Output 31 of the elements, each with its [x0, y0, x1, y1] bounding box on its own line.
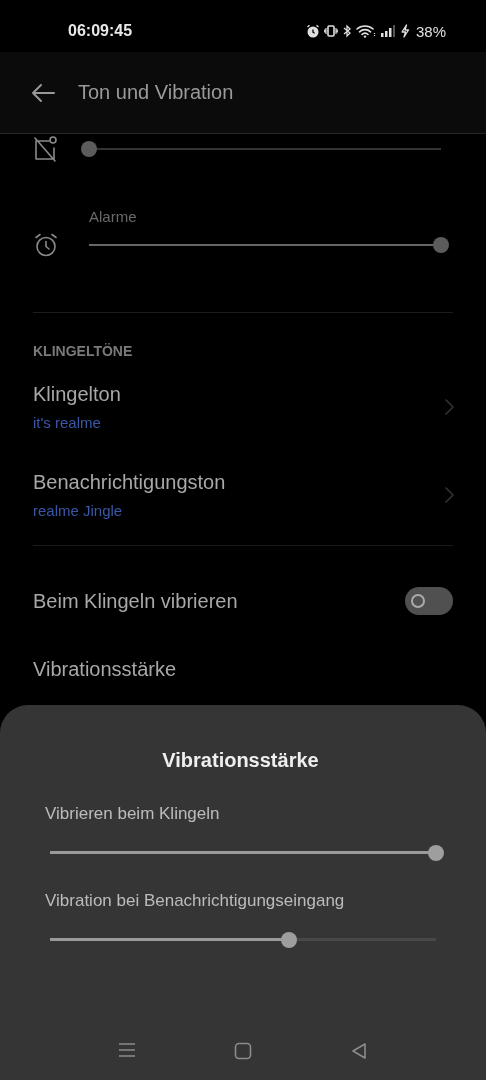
- item-value: it's realme: [33, 414, 102, 431]
- back-arrow-icon[interactable]: [30, 82, 56, 103]
- ringtone-item[interactable]: Benachrichtigungston realme Jingle: [33, 451, 453, 539]
- muted-bell-icon: [33, 135, 59, 163]
- alarm-clock-icon: [33, 232, 59, 258]
- signal-icon: [379, 24, 396, 38]
- battery-percentage: 38%: [415, 22, 446, 40]
- ringtone-item[interactable]: Klingelton it's realme: [33, 363, 453, 451]
- vibrate-icon: [323, 24, 338, 38]
- status-time: 06:09:45: [68, 22, 133, 40]
- slider-label: Alarme: [89, 208, 138, 225]
- item-value: realme Jingle: [33, 502, 124, 519]
- section-header: KLINGELTÖNE: [33, 343, 134, 361]
- toggle-switch[interactable]: [405, 587, 453, 615]
- bluetooth-icon: [341, 24, 352, 38]
- page-title: Ton und Vibration: [78, 81, 234, 104]
- menu-icon[interactable]: [118, 1042, 136, 1058]
- back-triangle-icon[interactable]: [350, 1042, 368, 1060]
- charging-icon: [399, 24, 410, 38]
- toggle-label: Beim Klingeln vibrieren: [33, 589, 238, 613]
- chevron-right-icon: [444, 398, 454, 416]
- wifi-icon: [355, 24, 376, 38]
- item-title: Benachrichtigungston: [33, 471, 226, 494]
- alarm-icon: [305, 24, 320, 38]
- chevron-right-icon: [444, 486, 454, 504]
- home-square-icon[interactable]: [234, 1042, 252, 1060]
- item-title: Vibrationsstärke: [33, 658, 178, 681]
- item-title: Klingelton: [33, 383, 121, 406]
- slider-label: Vibration bei Benachrichtigungseingang: [45, 891, 346, 911]
- sheet-title: Vibrationsstärke: [161, 749, 320, 772]
- slider-label: Vibrieren beim Klingeln: [45, 804, 221, 824]
